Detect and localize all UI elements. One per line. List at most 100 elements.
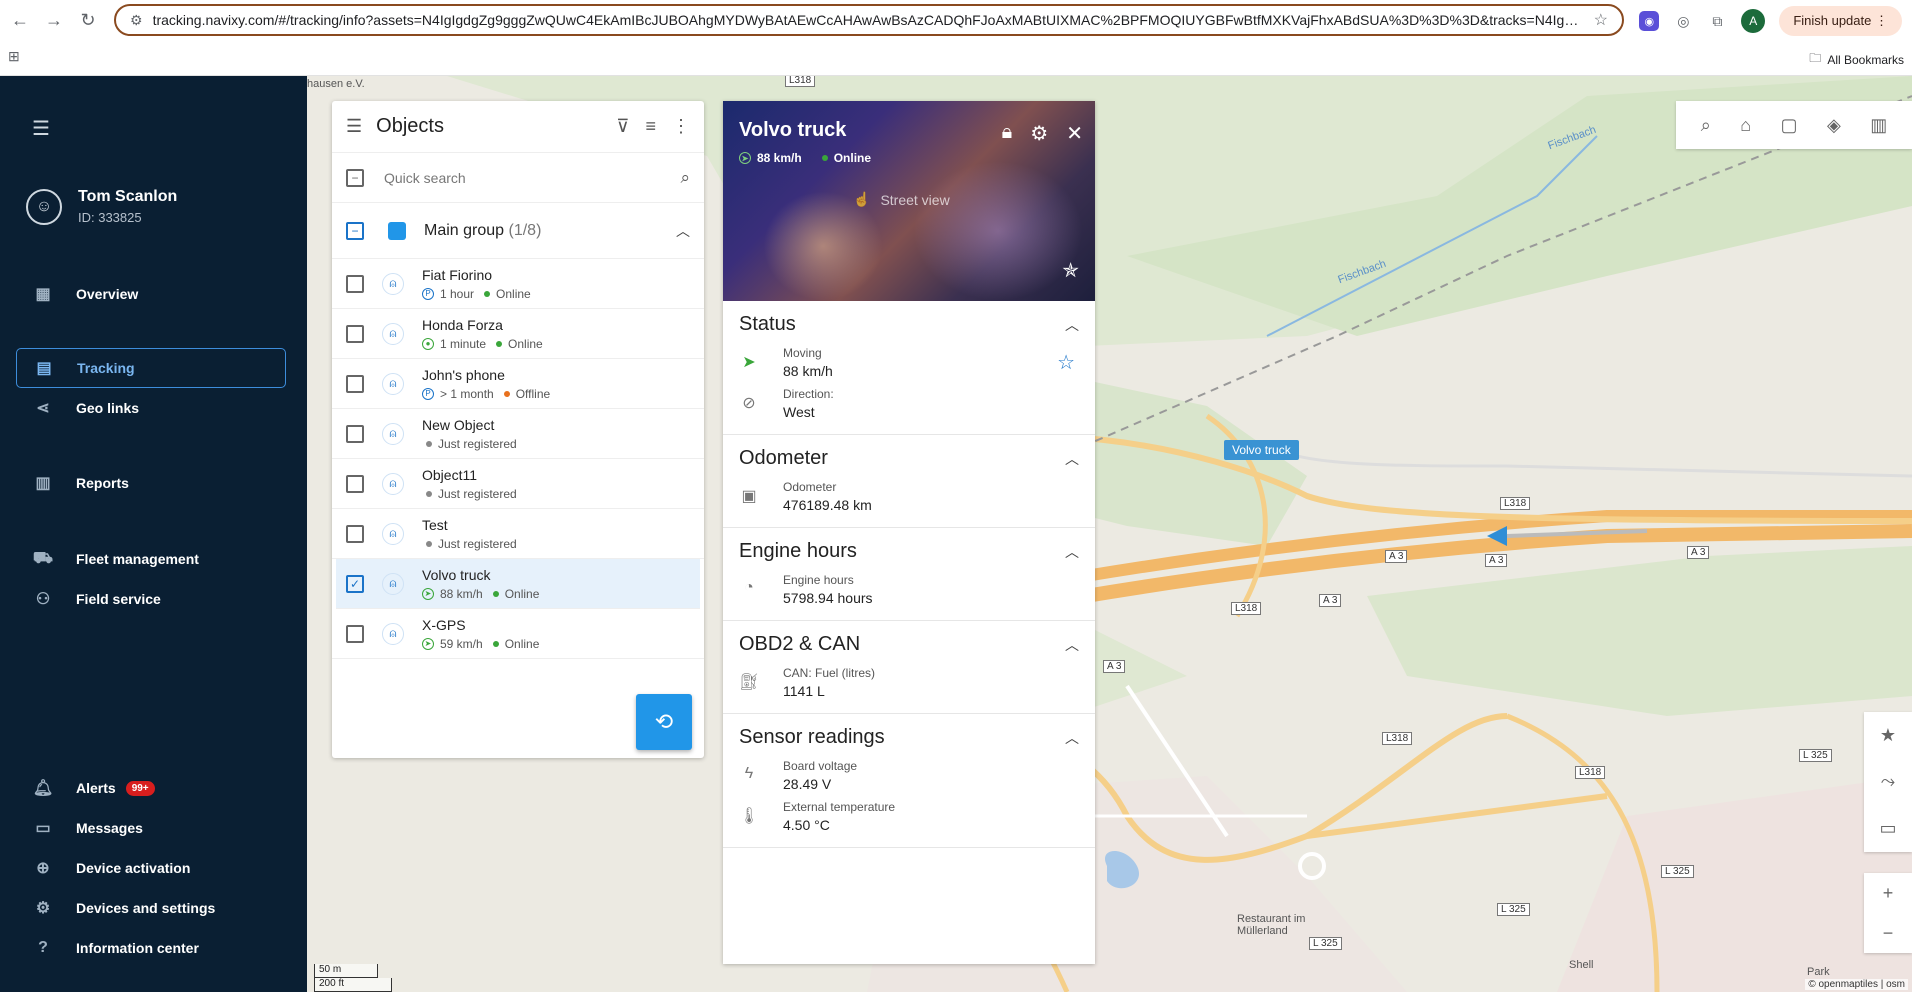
sidebar-item-overview[interactable]: ▦ Overview: [16, 274, 286, 314]
reload-icon[interactable]: ↻: [76, 8, 100, 32]
object-checkbox[interactable]: [346, 374, 364, 393]
object-checkbox[interactable]: [346, 474, 364, 493]
address-bar[interactable]: ⚙ tracking.navixy.com/#/tracking/info?as…: [114, 4, 1624, 36]
parked-status-icon: P: [422, 287, 434, 300]
buildings-icon[interactable]: ⌂: [1740, 115, 1751, 136]
map-attribution[interactable]: © openmaptiles | osm: [1805, 979, 1908, 990]
puzzle-icon[interactable]: ⧉: [1707, 11, 1727, 31]
list-item[interactable]: ⍝ John's phone P > 1 month Offline: [332, 359, 704, 409]
object-meta: Just registered: [422, 487, 517, 501]
history-button[interactable]: ⟲: [636, 694, 692, 750]
user-name: Tom Scanlon: [78, 188, 178, 205]
site-info-icon[interactable]: ⚙: [130, 12, 143, 29]
road-shield: L318: [1231, 602, 1262, 615]
ruler-icon[interactable]: ▭: [1879, 818, 1896, 839]
restaurant-label: Restaurant im Müllerland: [1237, 913, 1306, 937]
object-meta: P > 1 month Offline: [422, 387, 550, 401]
engine-hours-header[interactable]: Engine hours ︿: [739, 540, 1079, 563]
user-profile[interactable]: ☺ Tom Scanlon ID: 333825: [26, 188, 177, 225]
sidebar-item-device-activation[interactable]: ⊕ Device activation: [16, 848, 286, 888]
object-checkbox[interactable]: [346, 524, 364, 543]
collapse-menu-icon[interactable]: ☰: [32, 116, 50, 141]
close-icon[interactable]: ✕: [1066, 121, 1083, 146]
object-checkbox[interactable]: [346, 324, 364, 343]
finish-update-button[interactable]: Finish update ⋮: [1779, 6, 1902, 36]
status-dot: [492, 590, 499, 597]
obd-header[interactable]: OBD2 & CAN ︿: [739, 633, 1079, 656]
profile-avatar[interactable]: A: [1741, 9, 1766, 33]
forward-icon[interactable]: →: [42, 8, 66, 32]
gear-icon[interactable]: ⚙: [1030, 121, 1048, 146]
more-icon[interactable]: ⋮: [672, 116, 690, 137]
object-info: Honda Forza ● 1 minute Online: [422, 317, 543, 351]
sidebar-item-reports[interactable]: ▥ Reports: [16, 463, 286, 503]
favorite-star-icon[interactable]: ★: [1880, 725, 1896, 746]
lock-icon[interactable]: 🔒︎: [1002, 121, 1013, 146]
list-item[interactable]: ⍝ New Object Just registered: [332, 409, 704, 459]
list-item[interactable]: ⍝ Fiat Fiorino P 1 hour Online: [332, 259, 704, 309]
layers-icon[interactable]: ◈: [1827, 115, 1841, 136]
browser-nav: ← → ↻: [8, 8, 100, 32]
group-row[interactable]: − Main group (1/8) ︿: [332, 203, 704, 259]
chevron-up-icon[interactable]: ︿: [676, 221, 690, 241]
list-item[interactable]: ⍝ X-GPS ➤ 59 km/h Online: [332, 609, 704, 659]
sidebar-item-field-service[interactable]: ⚇ Field service: [16, 579, 286, 619]
route-icon[interactable]: ⤳: [1881, 771, 1895, 792]
extension-icon[interactable]: ◉: [1639, 11, 1660, 31]
sidebar-item-messages[interactable]: ▭ Messages: [16, 808, 286, 848]
apps-icon[interactable]: ⊞: [8, 48, 20, 65]
chevron-up-icon[interactable]: ︿: [1065, 728, 1079, 748]
bookmark-star-icon[interactable]: ☆: [1594, 10, 1608, 30]
temperature-value: 4.50 °C: [783, 817, 830, 833]
list-item[interactable]: ⍝ Object11 Just registered: [332, 459, 704, 509]
road-shield: L318: [1500, 497, 1531, 510]
chevron-up-icon[interactable]: ︿: [1065, 635, 1079, 655]
list-item[interactable]: ✓ ⍝ Volvo truck ➤ 88 km/h Online: [336, 559, 700, 609]
extension-2-icon[interactable]: ◎: [1673, 11, 1693, 31]
chevron-up-icon[interactable]: ︿: [1065, 542, 1079, 562]
select-all-checkbox[interactable]: −: [346, 168, 364, 187]
back-icon[interactable]: ←: [8, 8, 32, 32]
star-icon[interactable]: ☆: [1057, 350, 1075, 375]
list-item[interactable]: ⍝ Test Just registered: [332, 509, 704, 559]
object-checkbox[interactable]: ✓: [346, 574, 364, 593]
zoom-out-icon[interactable]: −: [1883, 923, 1894, 944]
timer-icon: ◔: [744, 579, 754, 596]
sidebar-item-fleet-management[interactable]: ⛟ Fleet management: [16, 539, 286, 579]
collapse-list-icon[interactable]: ☰: [346, 116, 362, 137]
zoom-in-icon[interactable]: +: [1883, 883, 1894, 904]
url-text[interactable]: tracking.navixy.com/#/tracking/info?asse…: [153, 12, 1584, 28]
sidebar-item-alerts[interactable]: 🔔︎ Alerts 99+: [16, 768, 286, 808]
map-type-icon[interactable]: ▥: [1870, 115, 1887, 136]
list-item[interactable]: ⍝ Honda Forza ● 1 minute Online: [332, 309, 704, 359]
street-view-header[interactable]: Volvo truck ➤ 88 km/h Online 🔒︎ ⚙ ✕ ☝ Str…: [723, 101, 1095, 301]
quick-search-input[interactable]: Quick search: [384, 170, 680, 186]
sidebar-item-information-center[interactable]: ? Information center: [16, 928, 286, 968]
object-checkbox[interactable]: [346, 624, 364, 643]
object-checkbox[interactable]: [346, 274, 364, 293]
street-view-link[interactable]: ☝ Street view: [853, 191, 950, 208]
group-checkbox[interactable]: −: [346, 221, 364, 240]
geofence-icon[interactable]: ▢: [1781, 115, 1798, 136]
search-icon[interactable]: ⌕: [680, 168, 690, 188]
object-checkbox[interactable]: [346, 424, 364, 443]
gps-device-icon: ⍝: [382, 272, 404, 295]
stopped-status-icon: ●: [422, 337, 434, 350]
sidebar-item-tracking[interactable]: ▤ Tracking: [16, 348, 286, 388]
sidebar-item-geo-links[interactable]: ⋖ Geo links: [16, 388, 286, 428]
odometer-header[interactable]: Odometer ︿: [739, 447, 1079, 470]
object-status: Offline: [515, 386, 551, 401]
chevron-up-icon[interactable]: ︿: [1065, 449, 1079, 469]
sidebar-item-devices-settings[interactable]: ⚙ Devices and settings: [16, 888, 286, 928]
object-info: John's phone P > 1 month Offline: [422, 367, 550, 401]
status-header[interactable]: Status ︿: [739, 313, 1079, 336]
all-bookmarks[interactable]: 🗀 All Bookmarks: [1809, 49, 1904, 70]
filter-icon[interactable]: ⊽: [616, 116, 629, 137]
all-bookmarks-label: All Bookmarks: [1827, 52, 1904, 67]
vehicle-map-label[interactable]: Volvo truck: [1224, 440, 1299, 460]
chevron-up-icon[interactable]: ︿: [1065, 315, 1079, 335]
search-icon[interactable]: ⌕: [1701, 115, 1711, 136]
sort-icon[interactable]: ≡: [645, 116, 656, 137]
add-favorite-icon[interactable]: ✯: [1062, 258, 1079, 283]
sensor-header[interactable]: Sensor readings ︿: [739, 726, 1079, 749]
